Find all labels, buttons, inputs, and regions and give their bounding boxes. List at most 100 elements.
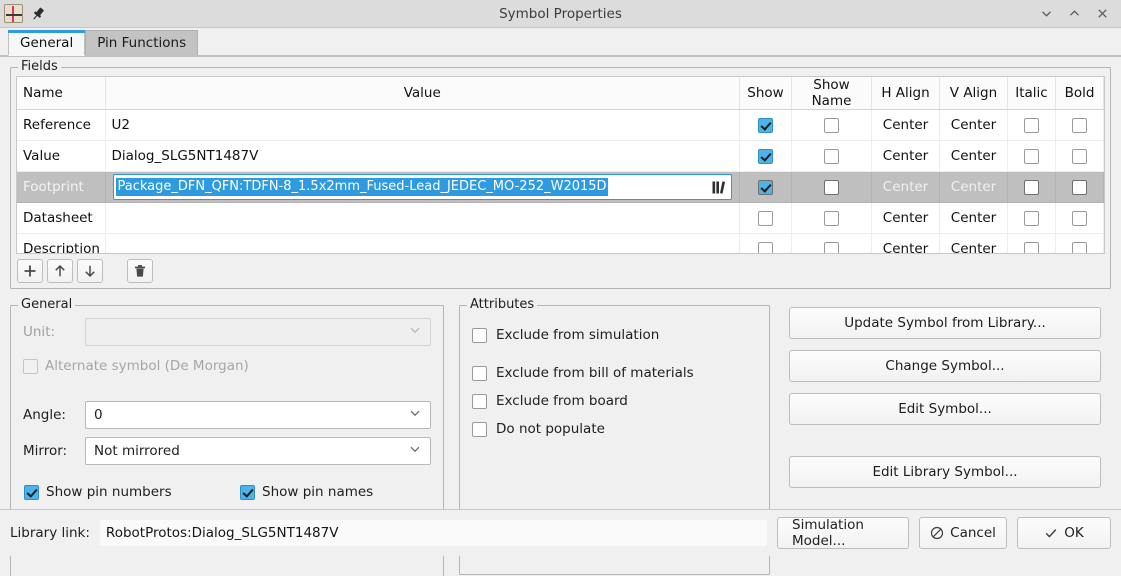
field-v-align-cell[interactable]: Center <box>940 141 1008 172</box>
field-h-align-cell[interactable]: Center <box>872 172 940 203</box>
maximize-button[interactable] <box>1061 2 1087 26</box>
col-header-value[interactable]: Value <box>105 77 740 110</box>
angle-select[interactable]: 0 <box>85 401 431 429</box>
edit-library-symbol-button[interactable]: Edit Library Symbol... <box>789 456 1101 488</box>
exclude-from-board-row[interactable]: Exclude from board <box>472 393 628 409</box>
col-header-h-align[interactable]: H Align <box>872 77 940 110</box>
col-header-bold[interactable]: Bold <box>1056 77 1104 110</box>
italic-checkbox[interactable] <box>1024 242 1039 255</box>
bold-checkbox[interactable] <box>1072 118 1087 133</box>
field-show-cell[interactable] <box>740 141 792 172</box>
field-show-cell[interactable] <box>740 203 792 234</box>
do-not-populate-checkbox[interactable] <box>472 422 487 437</box>
field-value-cell[interactable]: U2 <box>105 110 740 141</box>
show-name-checkbox[interactable] <box>824 118 839 133</box>
col-header-name[interactable]: Name <box>17 77 105 110</box>
field-v-align-cell[interactable]: Center <box>940 172 1008 203</box>
field-show-name-cell[interactable] <box>792 203 872 234</box>
field-bold-cell[interactable] <box>1056 110 1104 141</box>
italic-checkbox[interactable] <box>1024 118 1039 133</box>
show-checkbox[interactable] <box>758 118 773 133</box>
field-value-cell[interactable]: Package_DFN_QFN:TDFN-8_1.5x2mm_Fused-Lea… <box>105 172 740 203</box>
field-value-cell[interactable] <box>105 203 740 234</box>
field-h-align-cell[interactable]: Center <box>872 234 940 255</box>
field-italic-cell[interactable] <box>1008 110 1056 141</box>
delete-field-button[interactable] <box>127 259 153 283</box>
cancel-button[interactable]: Cancel <box>919 517 1007 549</box>
field-italic-cell[interactable] <box>1008 141 1056 172</box>
field-show-name-cell[interactable] <box>792 172 872 203</box>
exclude-from-bom-row[interactable]: Exclude from bill of materials <box>472 365 694 381</box>
field-name-cell[interactable]: Reference <box>17 110 105 141</box>
footprint-value-input[interactable]: Package_DFN_QFN:TDFN-8_1.5x2mm_Fused-Lea… <box>113 174 733 200</box>
col-header-v-align[interactable]: V Align <box>940 77 1008 110</box>
show-checkbox[interactable] <box>758 180 773 195</box>
table-row[interactable]: Reference U2 Center Center <box>17 110 1104 141</box>
field-italic-cell[interactable] <box>1008 203 1056 234</box>
col-header-show-name[interactable]: Show Name <box>792 77 872 110</box>
bold-checkbox[interactable] <box>1072 211 1087 226</box>
field-value-cell[interactable]: Dialog_SLG5NT1487V <box>105 141 740 172</box>
show-checkbox[interactable] <box>758 211 773 226</box>
unit-select[interactable] <box>85 318 431 346</box>
ok-button[interactable]: OK <box>1017 517 1111 549</box>
exclude-from-board-checkbox[interactable] <box>472 394 487 409</box>
show-pin-names-row[interactable]: Show pin names <box>240 484 373 500</box>
table-row[interactable]: Value Dialog_SLG5NT1487V Center Center <box>17 141 1104 172</box>
field-h-align-cell[interactable]: Center <box>872 203 940 234</box>
bold-checkbox[interactable] <box>1072 149 1087 164</box>
field-h-align-cell[interactable]: Center <box>872 141 940 172</box>
field-v-align-cell[interactable]: Center <box>940 110 1008 141</box>
show-name-checkbox[interactable] <box>824 149 839 164</box>
bold-checkbox[interactable] <box>1072 242 1087 255</box>
edit-symbol-button[interactable]: Edit Symbol... <box>789 393 1101 425</box>
field-italic-cell[interactable] <box>1008 172 1056 203</box>
field-name-cell[interactable]: Datasheet <box>17 203 105 234</box>
col-header-italic[interactable]: Italic <box>1008 77 1056 110</box>
tab-pin-functions[interactable]: Pin Functions <box>85 30 198 56</box>
field-v-align-cell[interactable]: Center <box>940 203 1008 234</box>
show-name-checkbox[interactable] <box>824 211 839 226</box>
field-show-name-cell[interactable] <box>792 110 872 141</box>
field-name-cell[interactable]: Footprint <box>17 172 105 203</box>
show-pin-names-checkbox[interactable] <box>240 485 255 500</box>
show-checkbox[interactable] <box>758 242 773 255</box>
show-pin-numbers-checkbox[interactable] <box>24 485 39 500</box>
do-not-populate-row[interactable]: Do not populate <box>472 421 605 437</box>
field-show-cell[interactable] <box>740 172 792 203</box>
pushpin-icon[interactable] <box>29 5 47 23</box>
show-name-checkbox[interactable] <box>824 180 839 195</box>
field-name-cell[interactable]: Description <box>17 234 105 255</box>
exclude-from-simulation-checkbox[interactable] <box>472 328 487 343</box>
minimize-button[interactable] <box>1033 2 1059 26</box>
update-symbol-from-library-button[interactable]: Update Symbol from Library... <box>789 307 1101 339</box>
field-bold-cell[interactable] <box>1056 234 1104 255</box>
table-row[interactable]: Description Center Center <box>17 234 1104 255</box>
field-name-cell[interactable]: Value <box>17 141 105 172</box>
italic-checkbox[interactable] <box>1024 180 1039 195</box>
field-h-align-cell[interactable]: Center <box>872 110 940 141</box>
bold-checkbox[interactable] <box>1072 180 1087 195</box>
mirror-select[interactable]: Not mirrored <box>85 437 431 465</box>
simulation-model-button[interactable]: Simulation Model... <box>777 517 909 549</box>
table-row[interactable]: Datasheet Center Center <box>17 203 1104 234</box>
change-symbol-button[interactable]: Change Symbol... <box>789 350 1101 382</box>
alternate-symbol-row[interactable]: Alternate symbol (De Morgan) <box>23 358 249 374</box>
table-row[interactable]: Footprint Package_DFN_QFN:TDFN-8_1.5x2mm… <box>17 172 1104 203</box>
show-name-checkbox[interactable] <box>824 242 839 255</box>
close-button[interactable] <box>1089 2 1115 26</box>
field-bold-cell[interactable] <box>1056 203 1104 234</box>
exclude-from-bom-checkbox[interactable] <box>472 366 487 381</box>
field-value-cell[interactable] <box>105 234 740 255</box>
field-show-name-cell[interactable] <box>792 141 872 172</box>
alternate-symbol-checkbox[interactable] <box>23 359 38 374</box>
field-bold-cell[interactable] <box>1056 172 1104 203</box>
field-show-cell[interactable] <box>740 234 792 255</box>
show-checkbox[interactable] <box>758 149 773 164</box>
italic-checkbox[interactable] <box>1024 211 1039 226</box>
field-show-cell[interactable] <box>740 110 792 141</box>
col-header-show[interactable]: Show <box>740 77 792 110</box>
field-v-align-cell[interactable]: Center <box>940 234 1008 255</box>
move-field-up-button[interactable] <box>47 259 73 283</box>
move-field-down-button[interactable] <box>77 259 103 283</box>
